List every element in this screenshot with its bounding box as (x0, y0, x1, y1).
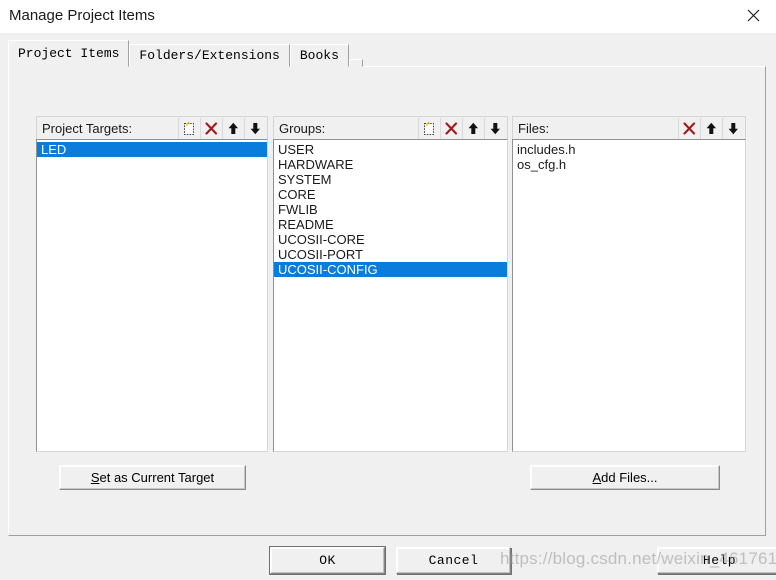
list-item-label: README (278, 217, 334, 232)
list-item-label: HARDWARE (278, 157, 354, 172)
list-item[interactable]: UCOSII-CONFIG (274, 262, 507, 277)
set-as-current-target-label: Set as Current Target (91, 470, 214, 485)
tabstrip: Project Items Folders/Extensions Books (8, 40, 363, 67)
move-down-icon[interactable] (484, 118, 506, 139)
files-panel: Files: includes.h os_cfg.h (512, 116, 746, 452)
cancel-button[interactable]: Cancel (396, 547, 511, 574)
add-files-button[interactable]: Add Files... (530, 465, 720, 490)
label-rest: et as Current Target (99, 470, 215, 485)
project-targets-listbox[interactable]: LED (36, 139, 268, 452)
list-item-label: CORE (278, 187, 316, 202)
move-down-icon[interactable] (244, 118, 266, 139)
ok-button[interactable]: OK (270, 547, 385, 574)
files-title: Files: (518, 120, 550, 136)
list-item[interactable]: LED (37, 142, 267, 157)
list-item-label: USER (278, 142, 315, 157)
set-as-current-target-button[interactable]: Set as Current Target (59, 465, 246, 490)
tab-folders-extensions-label: Folders/Extensions (139, 48, 280, 63)
list-item[interactable]: README (274, 217, 507, 232)
list-item-label: UCOSII-PORT (278, 247, 363, 262)
list-item[interactable]: includes.h (513, 142, 745, 157)
tab-books[interactable]: Books (289, 44, 349, 67)
groups-title: Groups: (279, 120, 326, 136)
groups-header: Groups: (273, 116, 508, 139)
list-item[interactable]: UCOSII-PORT (274, 247, 507, 262)
tab-books-label: Books (299, 48, 339, 63)
accel-char: S (90, 470, 100, 485)
list-item[interactable]: os_cfg.h (513, 157, 745, 172)
list-item[interactable]: SYSTEM (274, 172, 507, 187)
close-icon (747, 9, 760, 22)
list-item-label: LED (41, 142, 67, 157)
list-item-label: UCOSII-CONFIG (278, 262, 378, 277)
tab-project-items[interactable]: Project Items (8, 40, 130, 67)
new-item-icon[interactable] (178, 118, 200, 139)
list-item-label: UCOSII-CORE (278, 232, 365, 247)
accel-char: A (592, 470, 602, 485)
new-item-icon[interactable] (418, 118, 440, 139)
add-files-label: Add Files... (592, 470, 657, 485)
help-button-label: Help (702, 553, 737, 568)
move-up-icon[interactable] (462, 118, 484, 139)
project-targets-panel: Project Targets: LED (36, 116, 268, 452)
move-down-icon[interactable] (722, 118, 744, 139)
tab-project-items-label: Project Items (18, 46, 120, 61)
project-targets-header: Project Targets: (36, 116, 268, 139)
list-item[interactable]: USER (274, 142, 507, 157)
list-item-label: includes.h (517, 142, 576, 157)
cancel-button-label: Cancel (428, 553, 479, 568)
ok-button-label: OK (319, 553, 336, 568)
delete-icon[interactable] (678, 118, 700, 139)
project-targets-title: Project Targets: (42, 120, 133, 136)
delete-icon[interactable] (440, 118, 462, 139)
tab-strip-filler (348, 59, 363, 67)
dialog-body: Project Items Folders/Extensions Books P… (0, 33, 776, 580)
list-item[interactable]: FWLIB (274, 202, 507, 217)
groups-listbox[interactable]: USER HARDWARE SYSTEM CORE FWLIB README U… (273, 139, 508, 452)
list-item-label: FWLIB (278, 202, 318, 217)
label-rest: dd Files... (601, 470, 658, 485)
list-item[interactable]: HARDWARE (274, 157, 507, 172)
files-toolbar (678, 118, 744, 139)
files-listbox[interactable]: includes.h os_cfg.h (512, 139, 746, 452)
groups-panel: Groups: USER HARDWARE SYSTEM CORE FWLIB … (273, 116, 508, 452)
project-targets-toolbar (178, 118, 266, 139)
page-title: Manage Project Items (9, 7, 155, 24)
window-titlebar: Manage Project Items (0, 0, 776, 34)
files-header: Files: (512, 116, 746, 139)
delete-icon[interactable] (200, 118, 222, 139)
help-button[interactable]: Help (657, 547, 776, 574)
tab-folders-extensions[interactable]: Folders/Extensions (129, 44, 290, 67)
list-item-label: os_cfg.h (517, 157, 567, 172)
close-button[interactable] (730, 0, 776, 31)
groups-toolbar (418, 118, 506, 139)
move-up-icon[interactable] (700, 118, 722, 139)
list-item[interactable]: CORE (274, 187, 507, 202)
list-item[interactable]: UCOSII-CORE (274, 232, 507, 247)
list-item-label: SYSTEM (278, 172, 332, 187)
move-up-icon[interactable] (222, 118, 244, 139)
